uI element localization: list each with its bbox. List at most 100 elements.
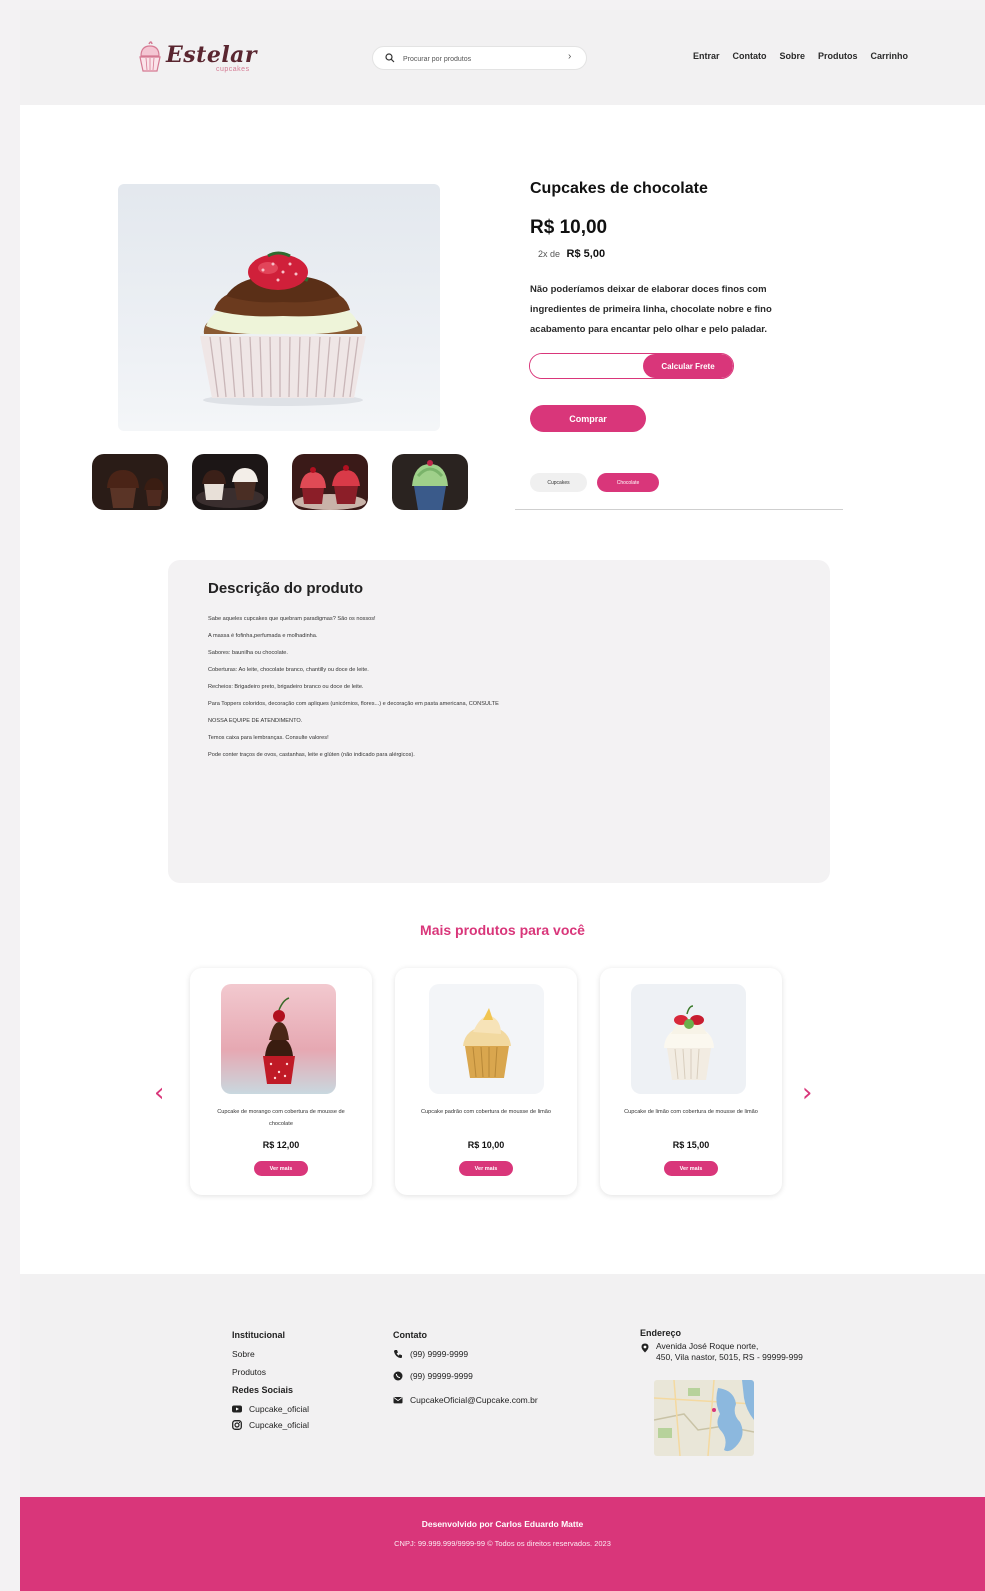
- description-line: Sabe aqueles cupcakes que quebram paradi…: [208, 616, 376, 622]
- buy-button[interactable]: Comprar: [530, 405, 646, 432]
- description-title: Descrição do produto: [208, 580, 364, 597]
- divider: [515, 509, 843, 510]
- thumbnail-cupcake-2: [196, 468, 264, 508]
- see-more-button[interactable]: Ver mais: [459, 1161, 513, 1176]
- footer-heading: Redes Sociais: [232, 1385, 294, 1395]
- description-body: Sabe aqueles cupcakes que quebram paradi…: [208, 611, 808, 764]
- description-line: Recheios: Brigadeiro preto, brigadeiro b…: [208, 684, 364, 690]
- footer-heading: Contato: [393, 1330, 427, 1340]
- content-area: Estelar cupcakes › Entrar Contato Sobre …: [20, 10, 985, 1591]
- social-handle: Cupcake_oficial: [249, 1420, 310, 1430]
- footer-institutional: Institucional Sobre Produtos Redes Socia…: [232, 1330, 309, 1438]
- search-bar[interactable]: ›: [372, 46, 587, 70]
- calculate-shipping-button[interactable]: Calcular Frete: [643, 354, 733, 378]
- page: Estelar cupcakes › Entrar Contato Sobre …: [0, 0, 985, 1591]
- product-card-2[interactable]: Cupcake padrão com cobertura de mousse d…: [395, 968, 577, 1195]
- product-card-price: R$ 10,00: [467, 1140, 505, 1150]
- footer-link-products[interactable]: Produtos: [232, 1367, 309, 1377]
- footer-heading: Institucional: [232, 1330, 286, 1340]
- thumbnail-cupcake-1: [107, 470, 164, 508]
- thumbnail-1[interactable]: [92, 454, 168, 510]
- address-line-2: 450, Vila nastor, 5015, RS - 99999-999: [656, 1352, 803, 1362]
- cupcake-photo: [200, 251, 366, 406]
- phone-number: (99) 9999-9999: [410, 1349, 469, 1359]
- logo[interactable]: Estelar cupcakes: [138, 40, 278, 82]
- nav-about[interactable]: Sobre: [780, 51, 806, 61]
- location-map[interactable]: [654, 1380, 754, 1456]
- thumbnail-3[interactable]: [292, 454, 368, 510]
- developer-credit: Desenvolvido por Carlos Eduardo Matte: [421, 1519, 584, 1529]
- email-address: CupcakeOficial@Cupcake.com.br: [410, 1395, 538, 1405]
- see-more-button[interactable]: Ver mais: [254, 1161, 308, 1176]
- footer-address: Endereço Avenida José Roque norte, 450, …: [640, 1328, 803, 1363]
- installments-prefix: 2x de: [538, 249, 561, 259]
- thumbnail-4[interactable]: [392, 454, 468, 510]
- description-line: NOSSA EQUIPE DE ATENDIMENTO.: [208, 718, 303, 724]
- carousel-prev-icon[interactable]: ‹: [154, 1078, 164, 1108]
- footer-whatsapp[interactable]: (99) 99999-9999: [393, 1371, 538, 1381]
- address-block: Avenida José Roque norte, 450, Vila nast…: [640, 1341, 803, 1363]
- installments-value: R$ 5,00: [566, 248, 606, 260]
- product-price: R$ 10,00: [530, 217, 608, 238]
- zipcode-input[interactable]: [530, 354, 644, 378]
- search-input[interactable]: [403, 50, 563, 68]
- logo-text: Estelar: [166, 42, 258, 68]
- logo-subtitle: cupcakes: [216, 66, 250, 73]
- product-card-price: R$ 12,00: [262, 1140, 300, 1150]
- related-products-title: Mais produtos para você: [420, 922, 585, 938]
- footer-contact: Contato (99) 9999-9999 (99) 99999-9999 C…: [393, 1330, 538, 1413]
- product-short-description: Não poderíamos deixar de elaborar doces …: [530, 284, 772, 335]
- product-card-image: [221, 984, 336, 1094]
- cupcake-logo-icon: [139, 41, 161, 72]
- address-line-1: Avenida José Roque norte,: [656, 1341, 759, 1351]
- product-card-3[interactable]: Cupcake de limão com cobertura de mousse…: [600, 968, 782, 1195]
- thumbnail-2[interactable]: [192, 454, 268, 510]
- nav-contact[interactable]: Contato: [733, 51, 767, 61]
- carousel-next-icon[interactable]: ›: [802, 1078, 812, 1108]
- location-pin-icon: [641, 1343, 649, 1353]
- vanilla-cupcake-photo: [463, 1008, 511, 1078]
- search-icon: [385, 53, 395, 63]
- product-card-1[interactable]: Cupcake de morango com cobertura de mous…: [190, 968, 372, 1195]
- footer-email[interactable]: CupcakeOficial@Cupcake.com.br: [393, 1395, 538, 1405]
- map-image: [654, 1380, 754, 1456]
- product-main-image: [118, 184, 440, 431]
- description-line: Temos caixa para lembranças. Consulte va…: [208, 735, 329, 741]
- instagram-icon: [232, 1420, 242, 1430]
- nav-login[interactable]: Entrar: [693, 51, 720, 61]
- chevron-right-icon[interactable]: ›: [568, 51, 571, 62]
- product-card-image: [429, 984, 544, 1094]
- nav-cart[interactable]: Carrinho: [871, 51, 909, 61]
- copyright: CNPJ: 99.999.999/9999-99 © Todos os dire…: [394, 1539, 611, 1548]
- installments: 2x de R$ 5,00: [538, 248, 605, 260]
- thumbnail-cupcake-3: [294, 465, 366, 510]
- youtube-icon: [232, 1405, 242, 1413]
- nav-products[interactable]: Produtos: [818, 51, 858, 61]
- thumbnail-cupcake-4: [412, 460, 448, 510]
- product-card-image: [631, 984, 746, 1094]
- main-nav: Entrar Contato Sobre Produtos Carrinho: [693, 51, 908, 61]
- whatsapp-icon: [393, 1371, 403, 1381]
- social-instagram[interactable]: Cupcake_oficial: [232, 1420, 309, 1430]
- footer-link-about[interactable]: Sobre: [232, 1349, 309, 1359]
- product-title: Cupcakes de chocolate: [530, 180, 708, 197]
- strawberry-cupcake-photo: [263, 997, 295, 1084]
- tag-chocolate[interactable]: Chocolate: [597, 473, 659, 492]
- description-line: Coberturas: Ao leite, chocolate branco, …: [208, 667, 369, 673]
- product-card-price: R$ 15,00: [672, 1140, 710, 1150]
- tag-cupcakes[interactable]: Cupcakes: [530, 473, 587, 492]
- product-card-name: Cupcake de limão com cobertura de mousse…: [624, 1109, 758, 1115]
- footer-phone[interactable]: (99) 9999-9999: [393, 1349, 538, 1359]
- mail-icon: [393, 1397, 403, 1404]
- social-youtube[interactable]: Cupcake_oficial: [232, 1404, 309, 1414]
- description-line: Sabores: baunilha ou chocolate.: [208, 650, 288, 656]
- footer-heading: Endereço: [640, 1328, 682, 1338]
- description-line: A massa é fofinha,perfumada e molhadinha…: [208, 633, 318, 639]
- see-more-button[interactable]: Ver mais: [664, 1161, 718, 1176]
- whatsapp-number: (99) 99999-9999: [410, 1371, 473, 1381]
- product-card-name: Cupcake de morango com cobertura de mous…: [217, 1109, 345, 1127]
- description-line: Pode conter traços de ovos, castanhas, l…: [208, 752, 415, 758]
- description-line: Para Toppers coloridos, decoração com ap…: [208, 701, 499, 707]
- social-handle: Cupcake_oficial: [249, 1404, 310, 1414]
- lemon-cupcake-photo: [664, 1005, 714, 1080]
